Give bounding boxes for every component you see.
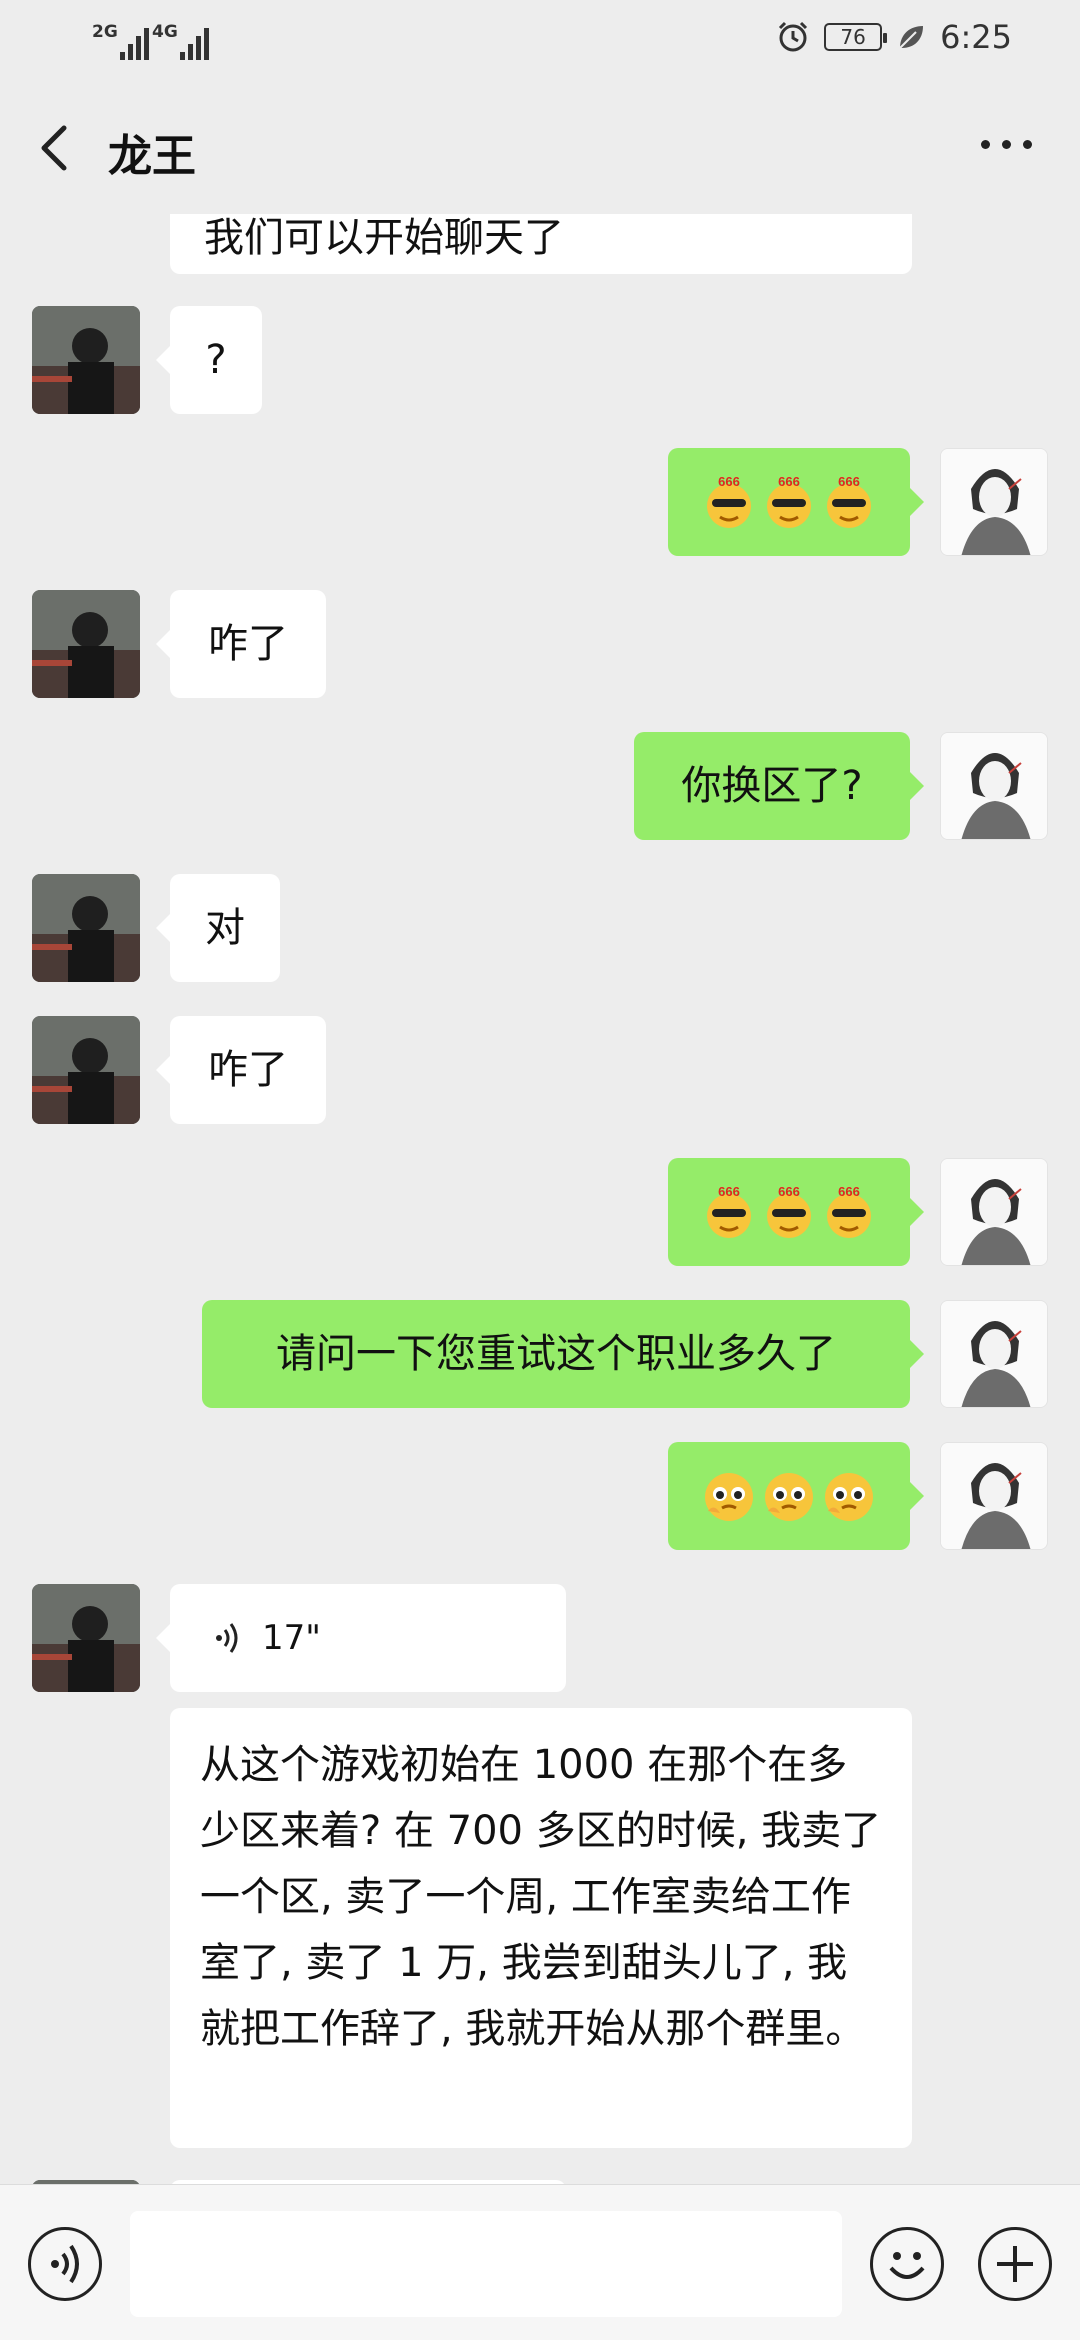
signal-2g-label: 2G xyxy=(92,22,118,42)
avatar-peer[interactable] xyxy=(32,1016,140,1124)
voice-input-button[interactable] xyxy=(28,2227,102,2301)
battery-indicator: 76 xyxy=(824,23,888,51)
svg-text:666: 666 xyxy=(778,474,800,489)
message-bubble-outgoing[interactable]: 你换区了? xyxy=(634,732,924,840)
666-sunglasses-emoji-icon: 666 xyxy=(767,474,811,528)
svg-text:666: 666 xyxy=(838,1184,860,1199)
pleading-face-emoji-icon xyxy=(825,1473,873,1521)
message-text: 你换区了? xyxy=(681,763,863,809)
666-sunglasses-emoji-icon: 666 xyxy=(827,1184,871,1238)
message-list[interactable]: 我们可以开始聊天了 ? 666 666 666 咋了 你换区了? 对 咋了 66… xyxy=(0,214,1080,2184)
emoji-row: 666 666 666 xyxy=(668,448,910,556)
chat-header: 龙王 xyxy=(0,84,1080,214)
avatar-peer[interactable] xyxy=(32,1584,140,1692)
signal-2g-indicator: 2G xyxy=(92,22,149,60)
smiley-icon xyxy=(889,2252,925,2279)
avatar-photo xyxy=(32,874,140,982)
voice-duration: 17" xyxy=(262,1618,321,1658)
666-sunglasses-emoji-icon: 666 xyxy=(707,474,751,528)
message-text: 请问一下您重试这个职业多久了 xyxy=(276,1331,836,1377)
svg-text:666: 666 xyxy=(778,1184,800,1199)
voice-wave-icon xyxy=(216,1623,238,1653)
svg-text:666: 666 xyxy=(838,474,860,489)
message-bubble-outgoing[interactable]: 666 666 666 xyxy=(668,1158,924,1266)
voice-message-bubble[interactable]: 17" xyxy=(156,1584,566,1692)
message-text: 对 xyxy=(205,905,245,951)
message-text: 咋了 xyxy=(208,621,288,667)
message-bubble-incoming[interactable]: 我们可以开始聊天了 xyxy=(170,214,912,274)
666-sunglasses-emoji-icon: 666 xyxy=(767,1184,811,1238)
666-sunglasses-emoji-icon: 666 xyxy=(707,1184,751,1238)
avatar-illustration xyxy=(941,733,1047,839)
chat-title: 龙王 xyxy=(108,131,196,182)
avatar-illustration xyxy=(941,1301,1047,1407)
avatar-illustration xyxy=(941,449,1047,555)
message-bubble-incoming[interactable]: 咋了 xyxy=(156,1016,326,1124)
message-text: 我们可以开始聊天了 xyxy=(204,215,564,261)
avatar-self[interactable] xyxy=(940,1442,1048,1550)
message-text: ? xyxy=(205,337,227,383)
pleading-face-emoji-icon xyxy=(765,1473,813,1521)
plus-icon xyxy=(997,2246,1033,2282)
message-input[interactable] xyxy=(130,2211,842,2317)
svg-text:666: 666 xyxy=(718,474,740,489)
avatar-peer[interactable] xyxy=(32,590,140,698)
avatar-self[interactable] xyxy=(940,448,1048,556)
transcript-text: 从这个游戏初始在 1000 在那个在多少区来着? 在 700 多区的时候, 我卖… xyxy=(200,1742,882,2052)
status-bar: 2G 4G 76 6:25 xyxy=(0,0,1080,84)
signal-bars-icon xyxy=(179,26,209,60)
avatar-photo xyxy=(32,590,140,698)
back-arrow-icon[interactable] xyxy=(34,122,82,174)
clock: 6:25 xyxy=(940,18,1012,56)
avatar-illustration xyxy=(941,1443,1047,1549)
leaf-icon xyxy=(899,26,924,49)
message-bubble-incoming[interactable]: ? xyxy=(156,306,262,414)
alarm-icon xyxy=(779,21,808,52)
emoji-button[interactable] xyxy=(870,2227,944,2301)
666-sunglasses-emoji-icon: 666 xyxy=(827,474,871,528)
signal-bars-icon xyxy=(119,26,149,60)
signal-4g-indicator: 4G xyxy=(152,22,209,60)
avatar-self[interactable] xyxy=(940,1158,1048,1266)
message-bubble-outgoing[interactable]: 请问一下您重试这个职业多久了 xyxy=(202,1300,924,1408)
emoji-row: 666 666 666 xyxy=(668,1158,910,1266)
avatar-peer[interactable] xyxy=(32,306,140,414)
message-bubble-outgoing[interactable] xyxy=(668,1442,924,1550)
status-right: 76 6:25 xyxy=(776,18,1012,56)
avatar-self[interactable] xyxy=(940,1300,1048,1408)
avatar-photo xyxy=(32,306,140,414)
message-bubble-incoming[interactable]: 咋了 xyxy=(156,590,326,698)
plus-button[interactable] xyxy=(978,2227,1052,2301)
voice-message: 17" xyxy=(170,1584,566,1692)
voice-transcript-bubble[interactable]: 从这个游戏初始在 1000 在那个在多少区来着? 在 700 多区的时候, 我卖… xyxy=(170,1708,912,2148)
more-options-icon[interactable] xyxy=(981,140,1032,149)
avatar-photo xyxy=(32,1016,140,1124)
input-bar xyxy=(0,2184,1080,2340)
avatar-photo xyxy=(32,1584,140,1692)
voice-icon xyxy=(51,2244,79,2284)
svg-text:666: 666 xyxy=(718,1184,740,1199)
emoji-row xyxy=(668,1442,910,1550)
pleading-face-emoji-icon xyxy=(705,1473,753,1521)
message-bubble-outgoing[interactable]: 666 666 666 xyxy=(668,448,924,556)
message-bubble-incoming[interactable]: 对 xyxy=(156,874,280,982)
avatar-peer[interactable] xyxy=(32,874,140,982)
avatar-self[interactable] xyxy=(940,732,1048,840)
message-text: 咋了 xyxy=(208,1047,288,1093)
avatar-illustration xyxy=(941,1159,1047,1265)
signal-4g-label: 4G xyxy=(152,22,178,42)
